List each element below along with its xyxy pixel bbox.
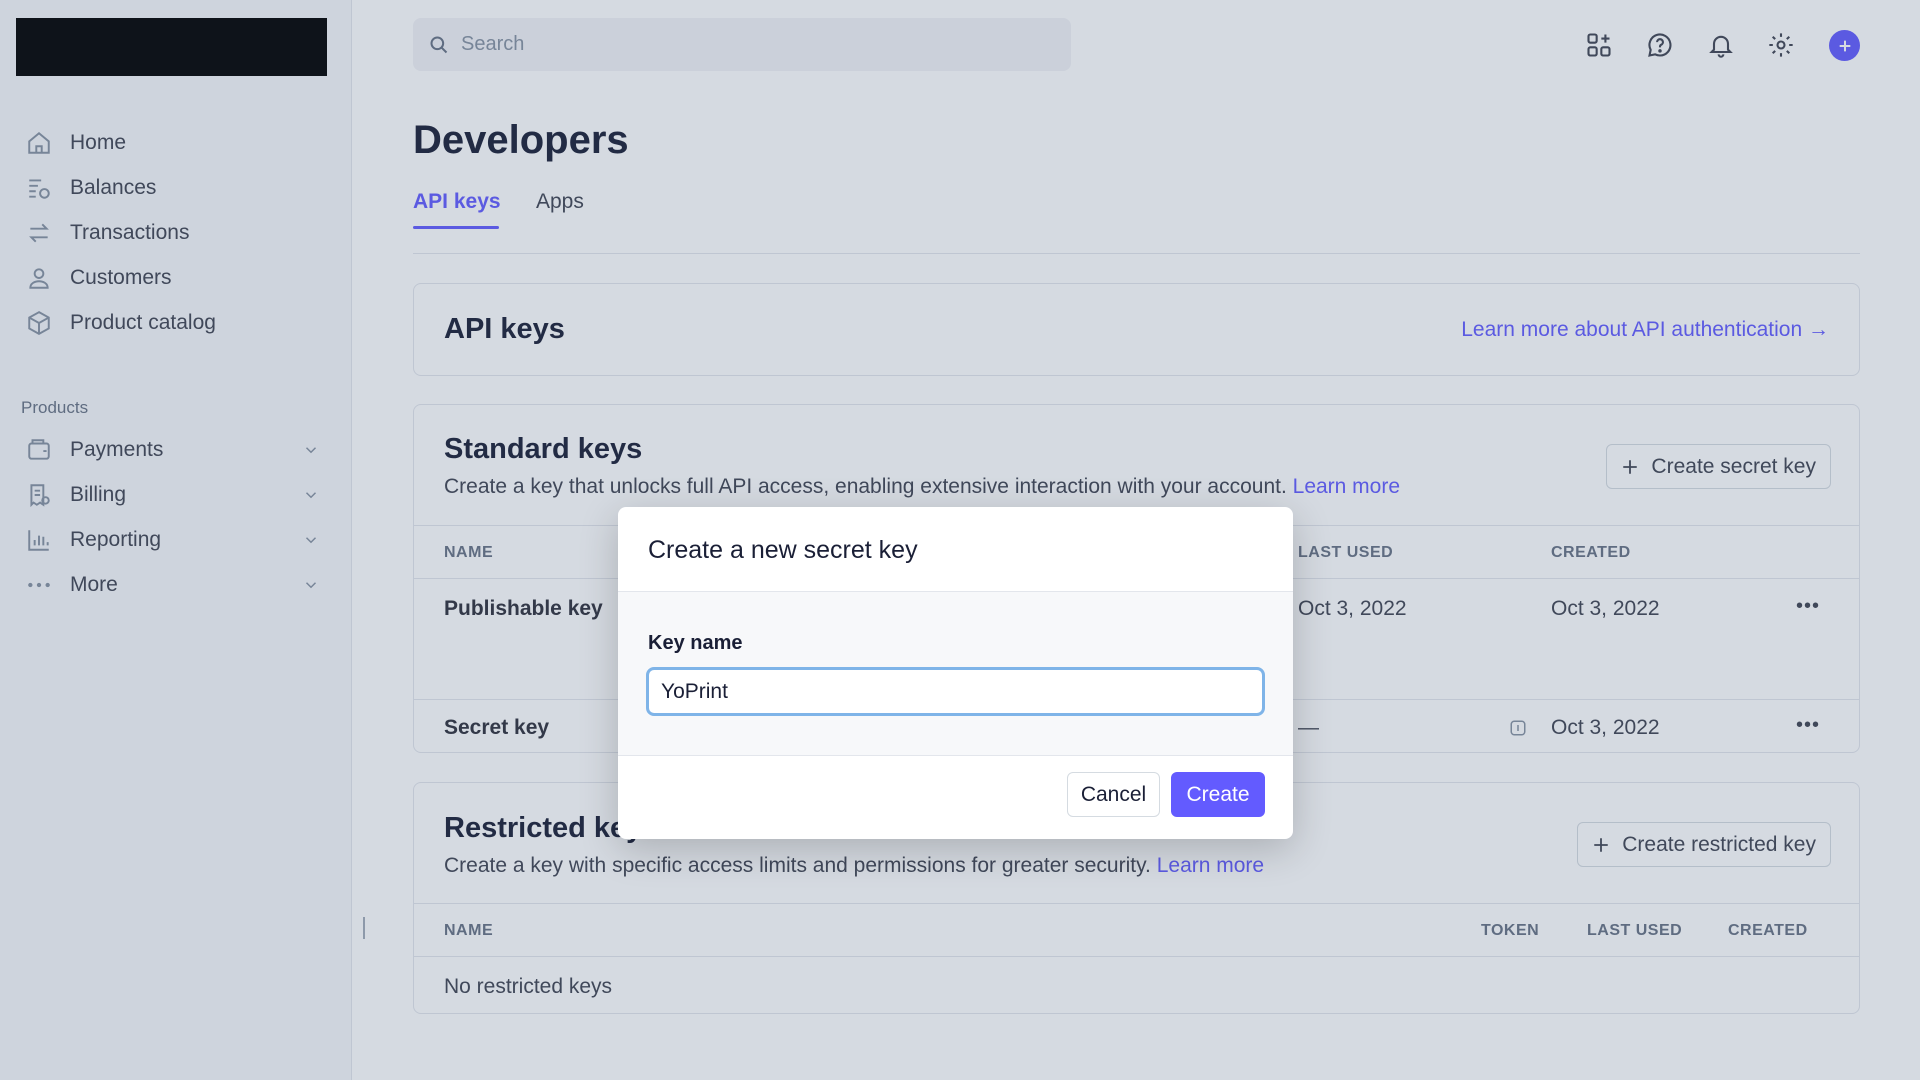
create-secret-key-dialog: Create a new secret key Key name Cancel …: [618, 507, 1293, 839]
dialog-body: Key name: [618, 592, 1293, 756]
create-button[interactable]: Create: [1171, 772, 1265, 817]
cancel-button[interactable]: Cancel: [1067, 772, 1160, 817]
key-name-input[interactable]: [646, 667, 1265, 716]
dialog-header: Create a new secret key: [618, 507, 1293, 592]
dialog-title: Create a new secret key: [648, 536, 918, 564]
key-name-label: Key name: [648, 632, 743, 654]
